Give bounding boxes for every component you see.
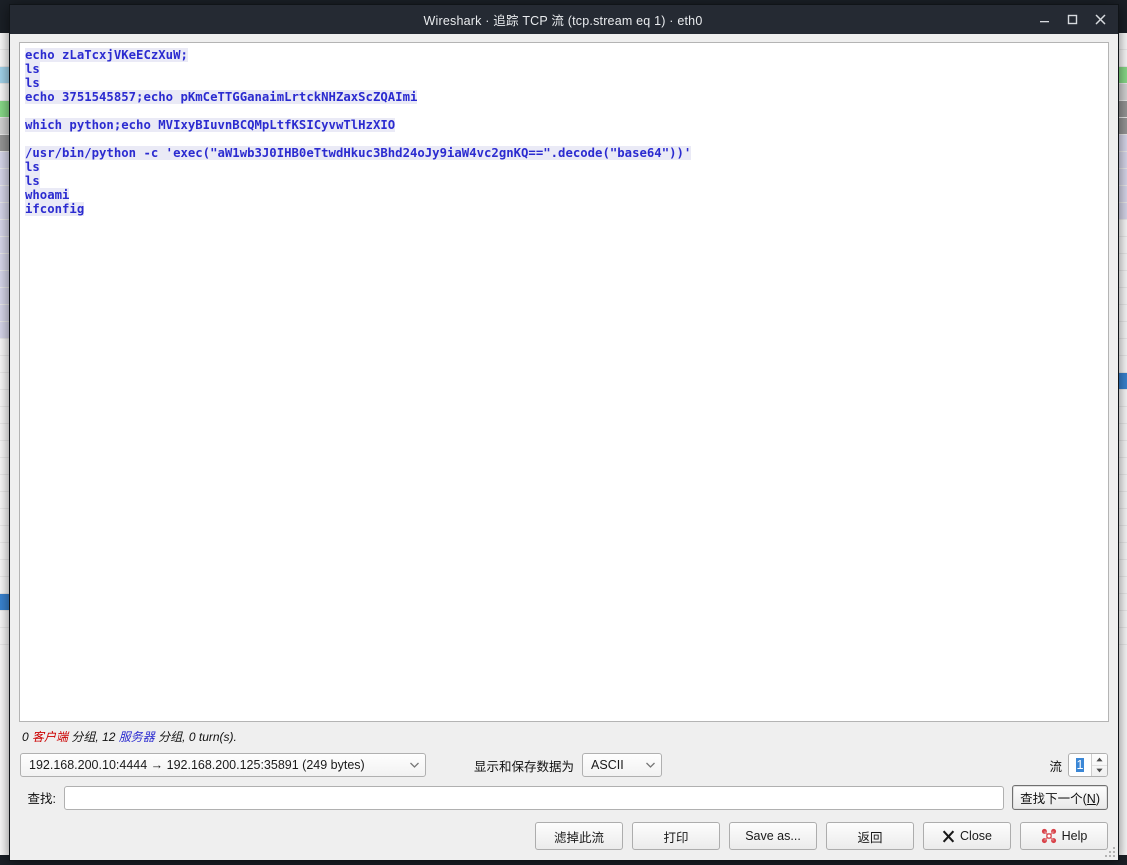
client-packet-suffix: 分组 — [71, 730, 96, 744]
stream-line: ifconfig — [25, 202, 85, 216]
display-as-label: 显示和保存数据为 — [474, 759, 575, 774]
help-label: Help — [1061, 829, 1088, 843]
dialog-title: Wireshark · 追踪 TCP 流 (tcp.stream eq 1) ·… — [423, 14, 703, 28]
spinbox-up-icon[interactable] — [1092, 754, 1107, 766]
help-button[interactable]: Help — [1020, 822, 1108, 850]
stream-line: ls — [25, 174, 40, 188]
save-as-label: Save as... — [745, 829, 801, 843]
filter-out-stream-button[interactable]: 滤掉此流 — [535, 822, 623, 850]
client-packet-count: 0 — [22, 730, 29, 744]
stream-line: echo zLaTcxjVKeECzXuW; — [25, 48, 188, 62]
stream-number-value: 1 — [1075, 758, 1085, 772]
chevron-down-icon — [639, 762, 661, 768]
close-x-icon — [942, 829, 955, 843]
stream-controls-row: 192.168.200.10:4444 → 192.168.200.125:35… — [19, 750, 1109, 777]
server-label: 服务器 — [118, 730, 155, 744]
status-separator-1: , — [95, 730, 99, 744]
find-row: 查找: 查找下一个(N) — [19, 777, 1109, 810]
stream-number-label: 流 — [1049, 759, 1062, 774]
close-icon[interactable] — [1086, 5, 1114, 34]
help-icon — [1041, 828, 1057, 844]
save-as-button[interactable]: Save as... — [729, 822, 817, 850]
stream-line: whoami — [25, 188, 70, 202]
data-format-value: ASCII — [591, 758, 624, 772]
stream-line: ls — [25, 76, 40, 90]
find-next-suffix: ) — [1095, 792, 1100, 806]
find-next-button[interactable]: 查找下一个(N) — [1012, 785, 1108, 810]
stream-line: /usr/bin/python -c 'exec("aW1wb3J0IHB0eT… — [25, 146, 692, 160]
conversation-select[interactable]: 192.168.200.10:4444 → 192.168.200.125:35… — [20, 753, 426, 777]
resize-grip[interactable] — [1101, 843, 1115, 857]
client-label: 客户端 — [32, 730, 69, 744]
stream-content-view[interactable]: echo zLaTcxjVKeECzXuW; ls ls echo 375154585… — [19, 42, 1109, 722]
find-next-accel: N — [1086, 792, 1096, 806]
window-controls — [1030, 5, 1118, 34]
close-button[interactable]: Close — [923, 822, 1011, 850]
find-label: 查找: — [27, 792, 56, 806]
follow-tcp-stream-dialog: Wireshark · 追踪 TCP 流 (tcp.stream eq 1) ·… — [9, 4, 1119, 861]
back-button[interactable]: 返回 — [826, 822, 914, 850]
minimize-icon[interactable] — [1030, 5, 1058, 34]
server-packet-suffix: 分组 — [158, 730, 183, 744]
back-label: 返回 — [857, 830, 883, 845]
stream-number-group: 流 1 — [1049, 753, 1108, 777]
dialog-button-bar: 滤掉此流 打印 Save as... 返回 Close Help — [10, 810, 1118, 860]
stream-number-spinbox[interactable]: 1 — [1068, 753, 1108, 777]
spinbox-down-icon[interactable] — [1092, 766, 1107, 777]
find-input[interactable] — [64, 785, 1005, 810]
stream-number-value-wrap[interactable]: 1 — [1069, 754, 1091, 776]
stream-line: ls — [25, 160, 40, 174]
close-label: Close — [960, 829, 992, 843]
print-button[interactable]: 打印 — [632, 822, 720, 850]
packet-count-status: 0 客户端 分组, 12 服务器 分组, 0 turn(s). — [19, 722, 1109, 750]
stream-line: which python;echo MVIxyBIuvnBCQMpLtfKSIC… — [25, 118, 396, 132]
status-separator-2: , — [182, 730, 186, 744]
filter-out-stream-label: 滤掉此流 — [553, 830, 604, 845]
chevron-down-icon — [403, 762, 425, 768]
dialog-body: echo zLaTcxjVKeECzXuW; ls ls echo 375154585… — [10, 34, 1118, 810]
maximize-icon[interactable] — [1058, 5, 1086, 34]
stream-line: ls — [25, 62, 40, 76]
spinbox-buttons — [1091, 754, 1107, 776]
find-next-prefix: 查找下一个( — [1020, 792, 1087, 806]
turn-count: 0 turn(s). — [188, 730, 237, 744]
conversation-select-value: 192.168.200.10:4444 → 192.168.200.125:35… — [29, 758, 365, 772]
stream-line: echo 3751545857;echo pKmCeTTGGanaimLrtck… — [25, 90, 418, 104]
dialog-titlebar[interactable]: Wireshark · 追踪 TCP 流 (tcp.stream eq 1) ·… — [10, 5, 1118, 34]
print-label: 打印 — [663, 830, 689, 845]
data-format-select[interactable]: ASCII — [582, 753, 663, 777]
server-packet-count: 12 — [102, 730, 116, 744]
